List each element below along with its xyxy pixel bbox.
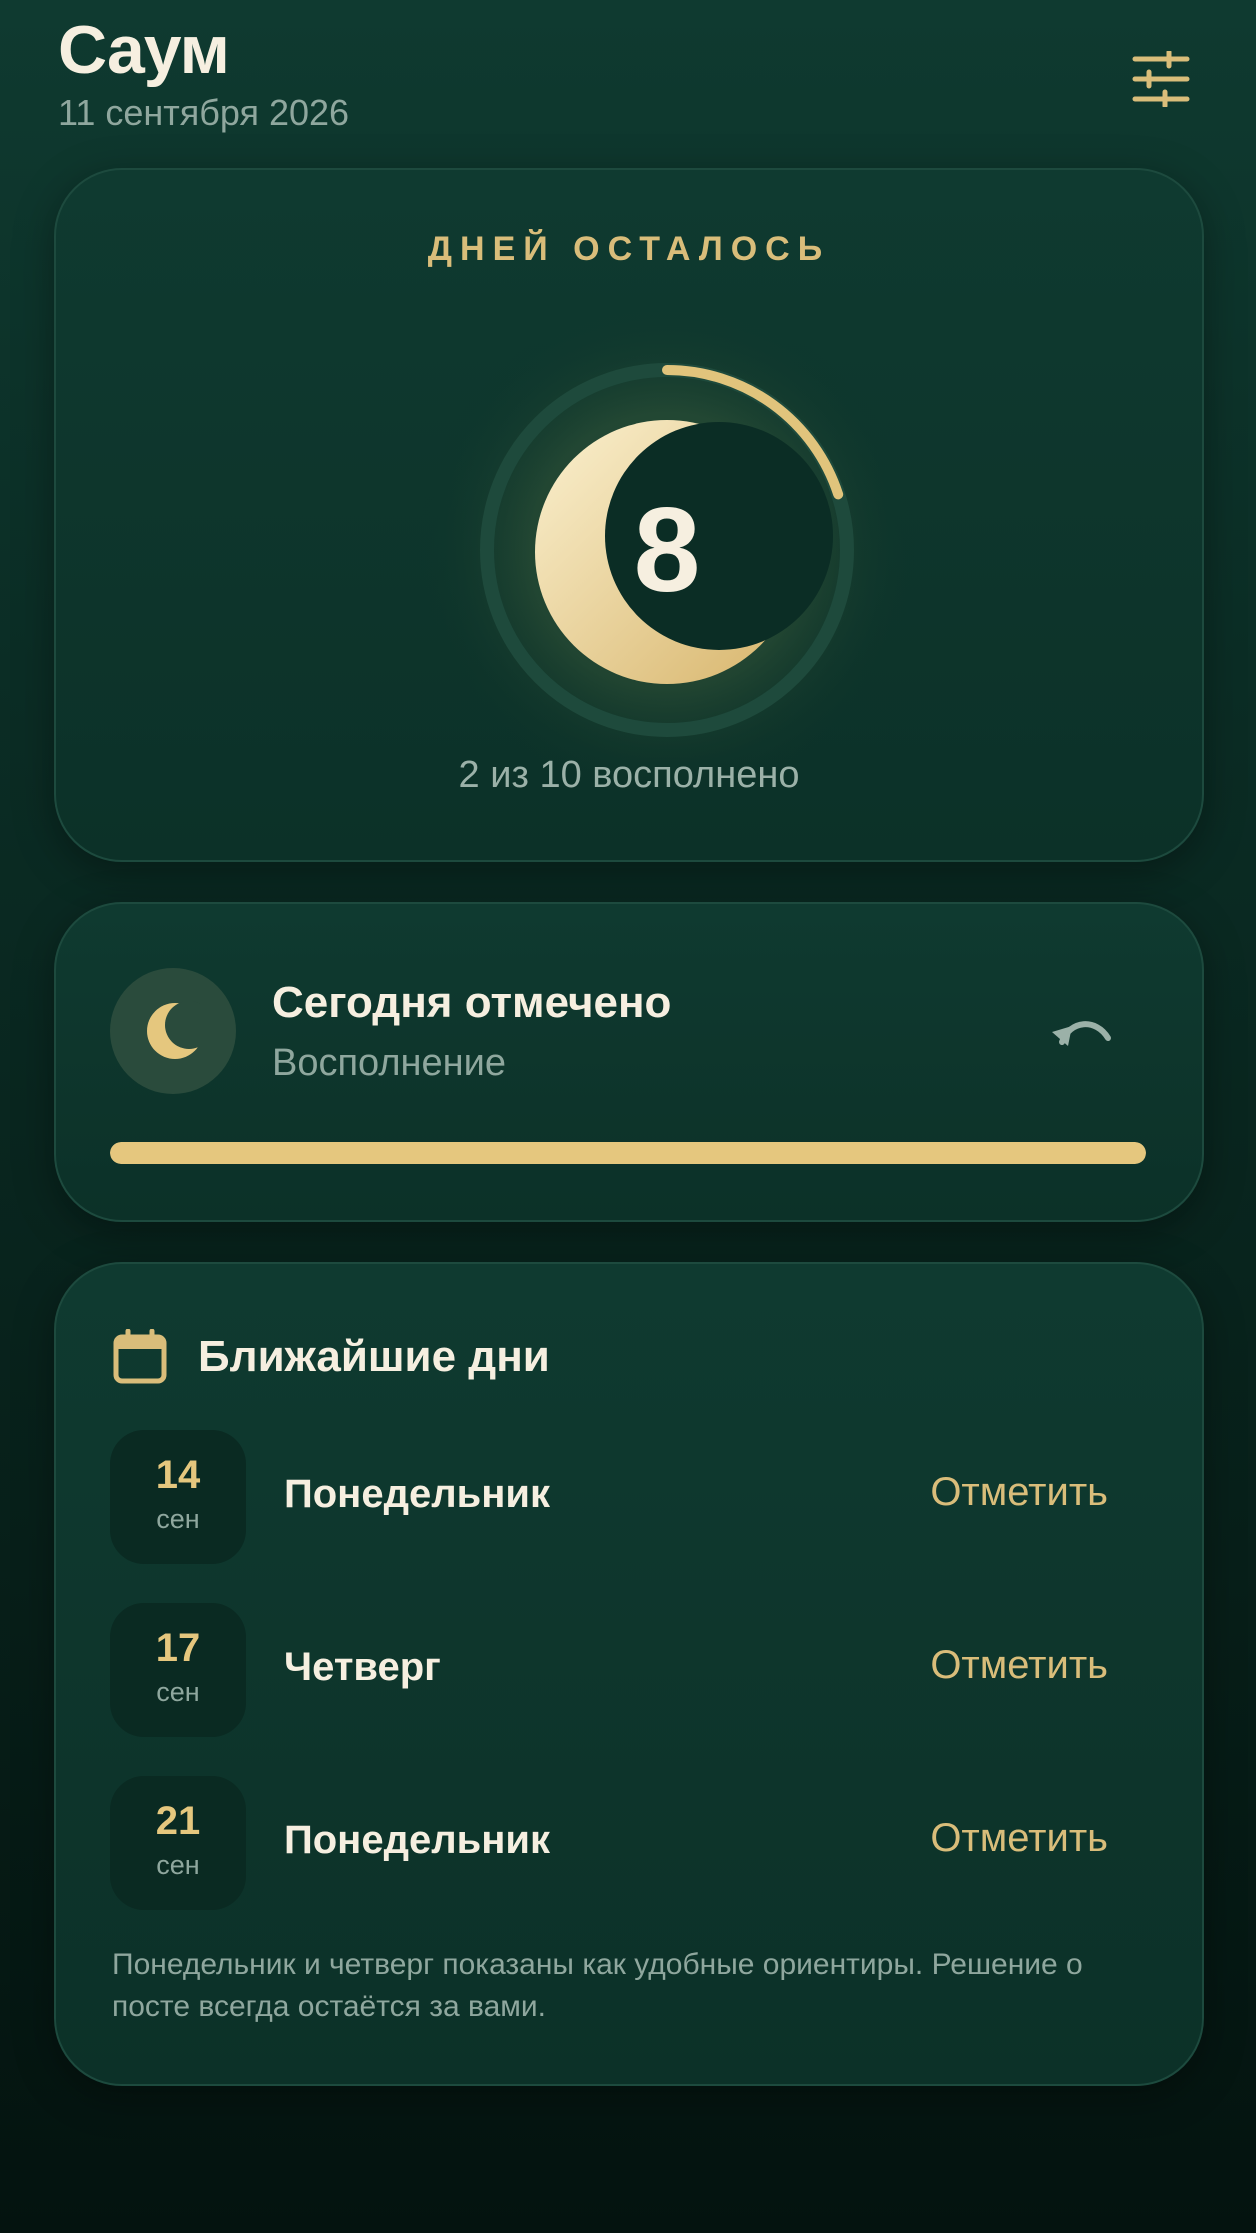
- crescent-moon-icon: [147, 1001, 201, 1059]
- days-remaining-count: 8: [633, 483, 701, 617]
- list-item: 14 сен Понедельник Отметить: [110, 1430, 1148, 1564]
- calendar-icon: [113, 1329, 167, 1384]
- upcoming-title: Ближайшие дни: [198, 1332, 550, 1381]
- undo-icon: [1052, 1021, 1111, 1046]
- day-number: 17: [155, 1626, 201, 1670]
- today-progress-fill: [110, 1142, 1146, 1164]
- date-tile: 14 сен: [110, 1430, 246, 1564]
- progress-ring: 8: [417, 300, 917, 800]
- mark-button[interactable]: Отметить: [930, 1643, 1108, 1688]
- day-number: 21: [155, 1799, 201, 1843]
- days-remaining-card: ДНЕЙ ОСТАЛОСЬ 8 2 из 10 восполнено: [54, 168, 1204, 862]
- page-title: Саум: [58, 12, 230, 88]
- today-status-subtitle: Восполнение: [272, 1042, 506, 1084]
- date-tile: 17 сен: [110, 1603, 246, 1737]
- today-moon-badge: [110, 968, 236, 1094]
- settings-button[interactable]: [1124, 42, 1198, 116]
- list-item: 17 сен Четверг Отметить: [110, 1603, 1148, 1737]
- weekday-label: Четверг: [284, 1645, 441, 1689]
- day-month: сен: [156, 1850, 200, 1880]
- today-card: Сегодня отмечено Восполнение: [54, 902, 1204, 1222]
- current-date: 11 сентября 2026: [58, 92, 350, 133]
- day-number: 14: [155, 1453, 201, 1497]
- list-item: 21 сен Понедельник Отметить: [110, 1776, 1148, 1910]
- undo-button[interactable]: [1032, 982, 1132, 1082]
- day-month: сен: [156, 1504, 200, 1534]
- mark-button[interactable]: Отметить: [930, 1816, 1108, 1861]
- weekday-label: Понедельник: [284, 1472, 550, 1516]
- today-progress-bar: [110, 1142, 1146, 1164]
- today-status-title: Сегодня отмечено: [272, 978, 672, 1027]
- weekday-label: Понедельник: [284, 1818, 550, 1862]
- mark-button[interactable]: Отметить: [930, 1470, 1108, 1515]
- date-tile: 21 сен: [110, 1776, 246, 1910]
- upcoming-days-card: Ближайшие дни 14 сен Понедельник Отметит…: [54, 1262, 1204, 2086]
- day-month: сен: [156, 1677, 200, 1707]
- upcoming-footnote: Понедельник и четверг показаны как удобн…: [112, 1948, 1083, 2023]
- days-remaining-label: ДНЕЙ ОСТАЛОСЬ: [427, 230, 831, 268]
- upcoming-header: Ближайшие дни: [112, 1322, 550, 1392]
- app-header: Саум 11 сентября 2026: [58, 10, 1198, 140]
- sliders-icon: [1132, 51, 1190, 107]
- progress-text: 2 из 10 восполнено: [458, 754, 800, 796]
